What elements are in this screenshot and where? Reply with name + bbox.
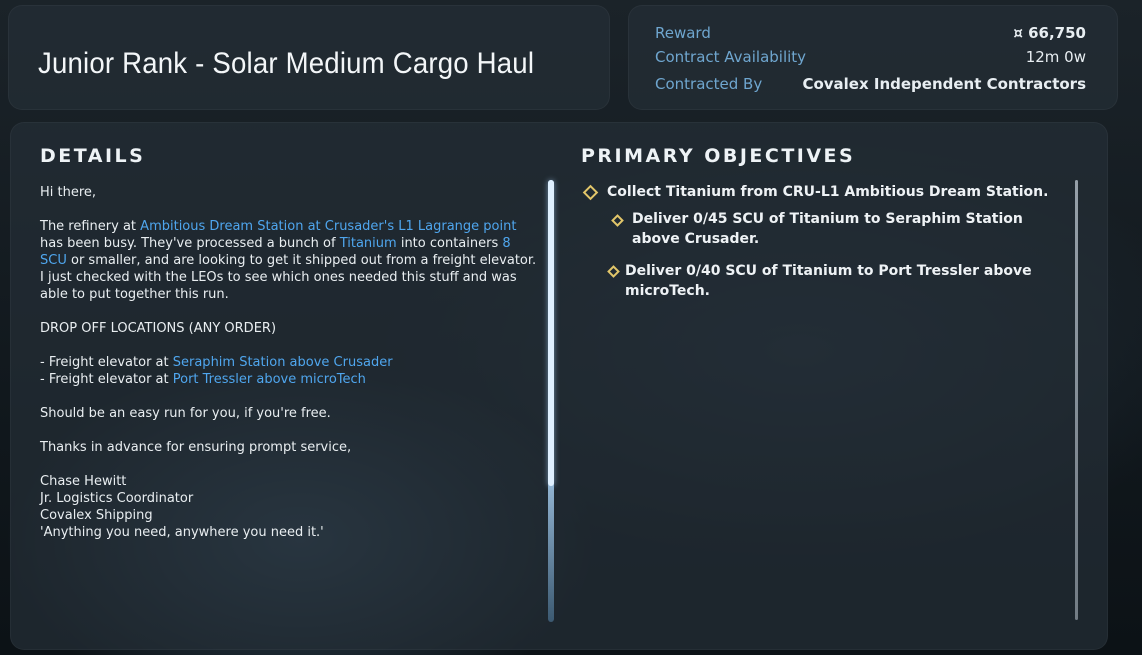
objectives-scrollbar[interactable]	[1075, 180, 1078, 620]
dropoff-heading: DROP OFF LOCATIONS (ANY ORDER)	[40, 321, 277, 336]
objective-main: Collect Titanium from CRU-L1 Ambitious D…	[607, 184, 1049, 200]
contracted-by-row: Contracted By Covalex Independent Contra…	[655, 75, 1086, 97]
contract-main-panel: DETAILS Hi there, The refinery at Ambiti…	[10, 122, 1108, 650]
text-span: The refinery at	[40, 219, 141, 234]
details-scrollbar[interactable]	[548, 180, 554, 622]
signature-motto: 'Anything you need, anywhere you need it…	[40, 525, 324, 540]
text-span: - Freight elevator at	[40, 355, 173, 370]
objective-sub-seraphim: Deliver 0/45 SCU of Titanium to Seraphim…	[632, 211, 1023, 247]
details-heading: DETAILS	[40, 145, 146, 167]
location-link-seraphim[interactable]: Seraphim Station above Crusader	[173, 355, 393, 370]
signature-name: Chase Hewitt	[40, 474, 127, 489]
contracted-by-label: Contracted By	[655, 75, 763, 93]
availability-label: Contract Availability	[655, 48, 807, 66]
signature-company: Covalex Shipping	[40, 508, 153, 523]
reward-row: Reward ¤ 66,750	[655, 24, 1086, 46]
dropoff-item-2: - Freight elevator at Port Tressler abov…	[40, 371, 540, 388]
reward-label: Reward	[655, 24, 711, 42]
objective-diamond-icon	[582, 184, 599, 201]
text-span: or smaller, and are looking to get it sh…	[40, 253, 537, 302]
greeting: Hi there,	[40, 185, 97, 200]
text-span: has been busy. They've processed a bunch…	[40, 236, 340, 251]
commodity-link-titanium[interactable]: Titanium	[340, 236, 397, 251]
objective-diamond-icon	[607, 265, 620, 278]
dropoff-item-1: - Freight elevator at Seraphim Station a…	[40, 354, 540, 371]
easy-run-text: Should be an easy run for you, if you're…	[40, 406, 331, 421]
contracted-by-value: Covalex Independent Contractors	[802, 75, 1086, 93]
objective-sub-port-tressler: Deliver 0/40 SCU of Titanium to Port Tre…	[625, 263, 1032, 299]
contract-info-panel: Reward ¤ 66,750 Contract Availability 12…	[628, 5, 1118, 110]
availability-row: Contract Availability 12m 0w	[655, 48, 1086, 70]
text-span: into containers	[396, 236, 503, 251]
contract-title-panel: Junior Rank - Solar Medium Cargo Haul	[8, 5, 610, 110]
contract-title: Junior Rank - Solar Medium Cargo Haul	[38, 47, 535, 80]
objective-diamond-icon	[611, 214, 624, 227]
objectives-heading: PRIMARY OBJECTIVES	[581, 145, 856, 167]
details-body[interactable]: Hi there, The refinery at Ambitious Drea…	[40, 184, 540, 541]
location-link-ambitious-dream[interactable]: Ambitious Dream Station at Crusader's L1…	[140, 219, 516, 234]
thanks-text: Thanks in advance for ensuring prompt se…	[40, 440, 352, 455]
location-link-port-tressler[interactable]: Port Tressler above microTech	[173, 372, 366, 387]
reward-value: ¤ 66,750	[1013, 24, 1086, 42]
text-span: - Freight elevator at	[40, 372, 173, 387]
signature-title: Jr. Logistics Coordinator	[40, 491, 194, 506]
details-paragraph: The refinery at Ambitious Dream Station …	[40, 218, 540, 303]
availability-value: 12m 0w	[1025, 48, 1086, 66]
details-scrollbar-thumb[interactable]	[548, 180, 554, 486]
